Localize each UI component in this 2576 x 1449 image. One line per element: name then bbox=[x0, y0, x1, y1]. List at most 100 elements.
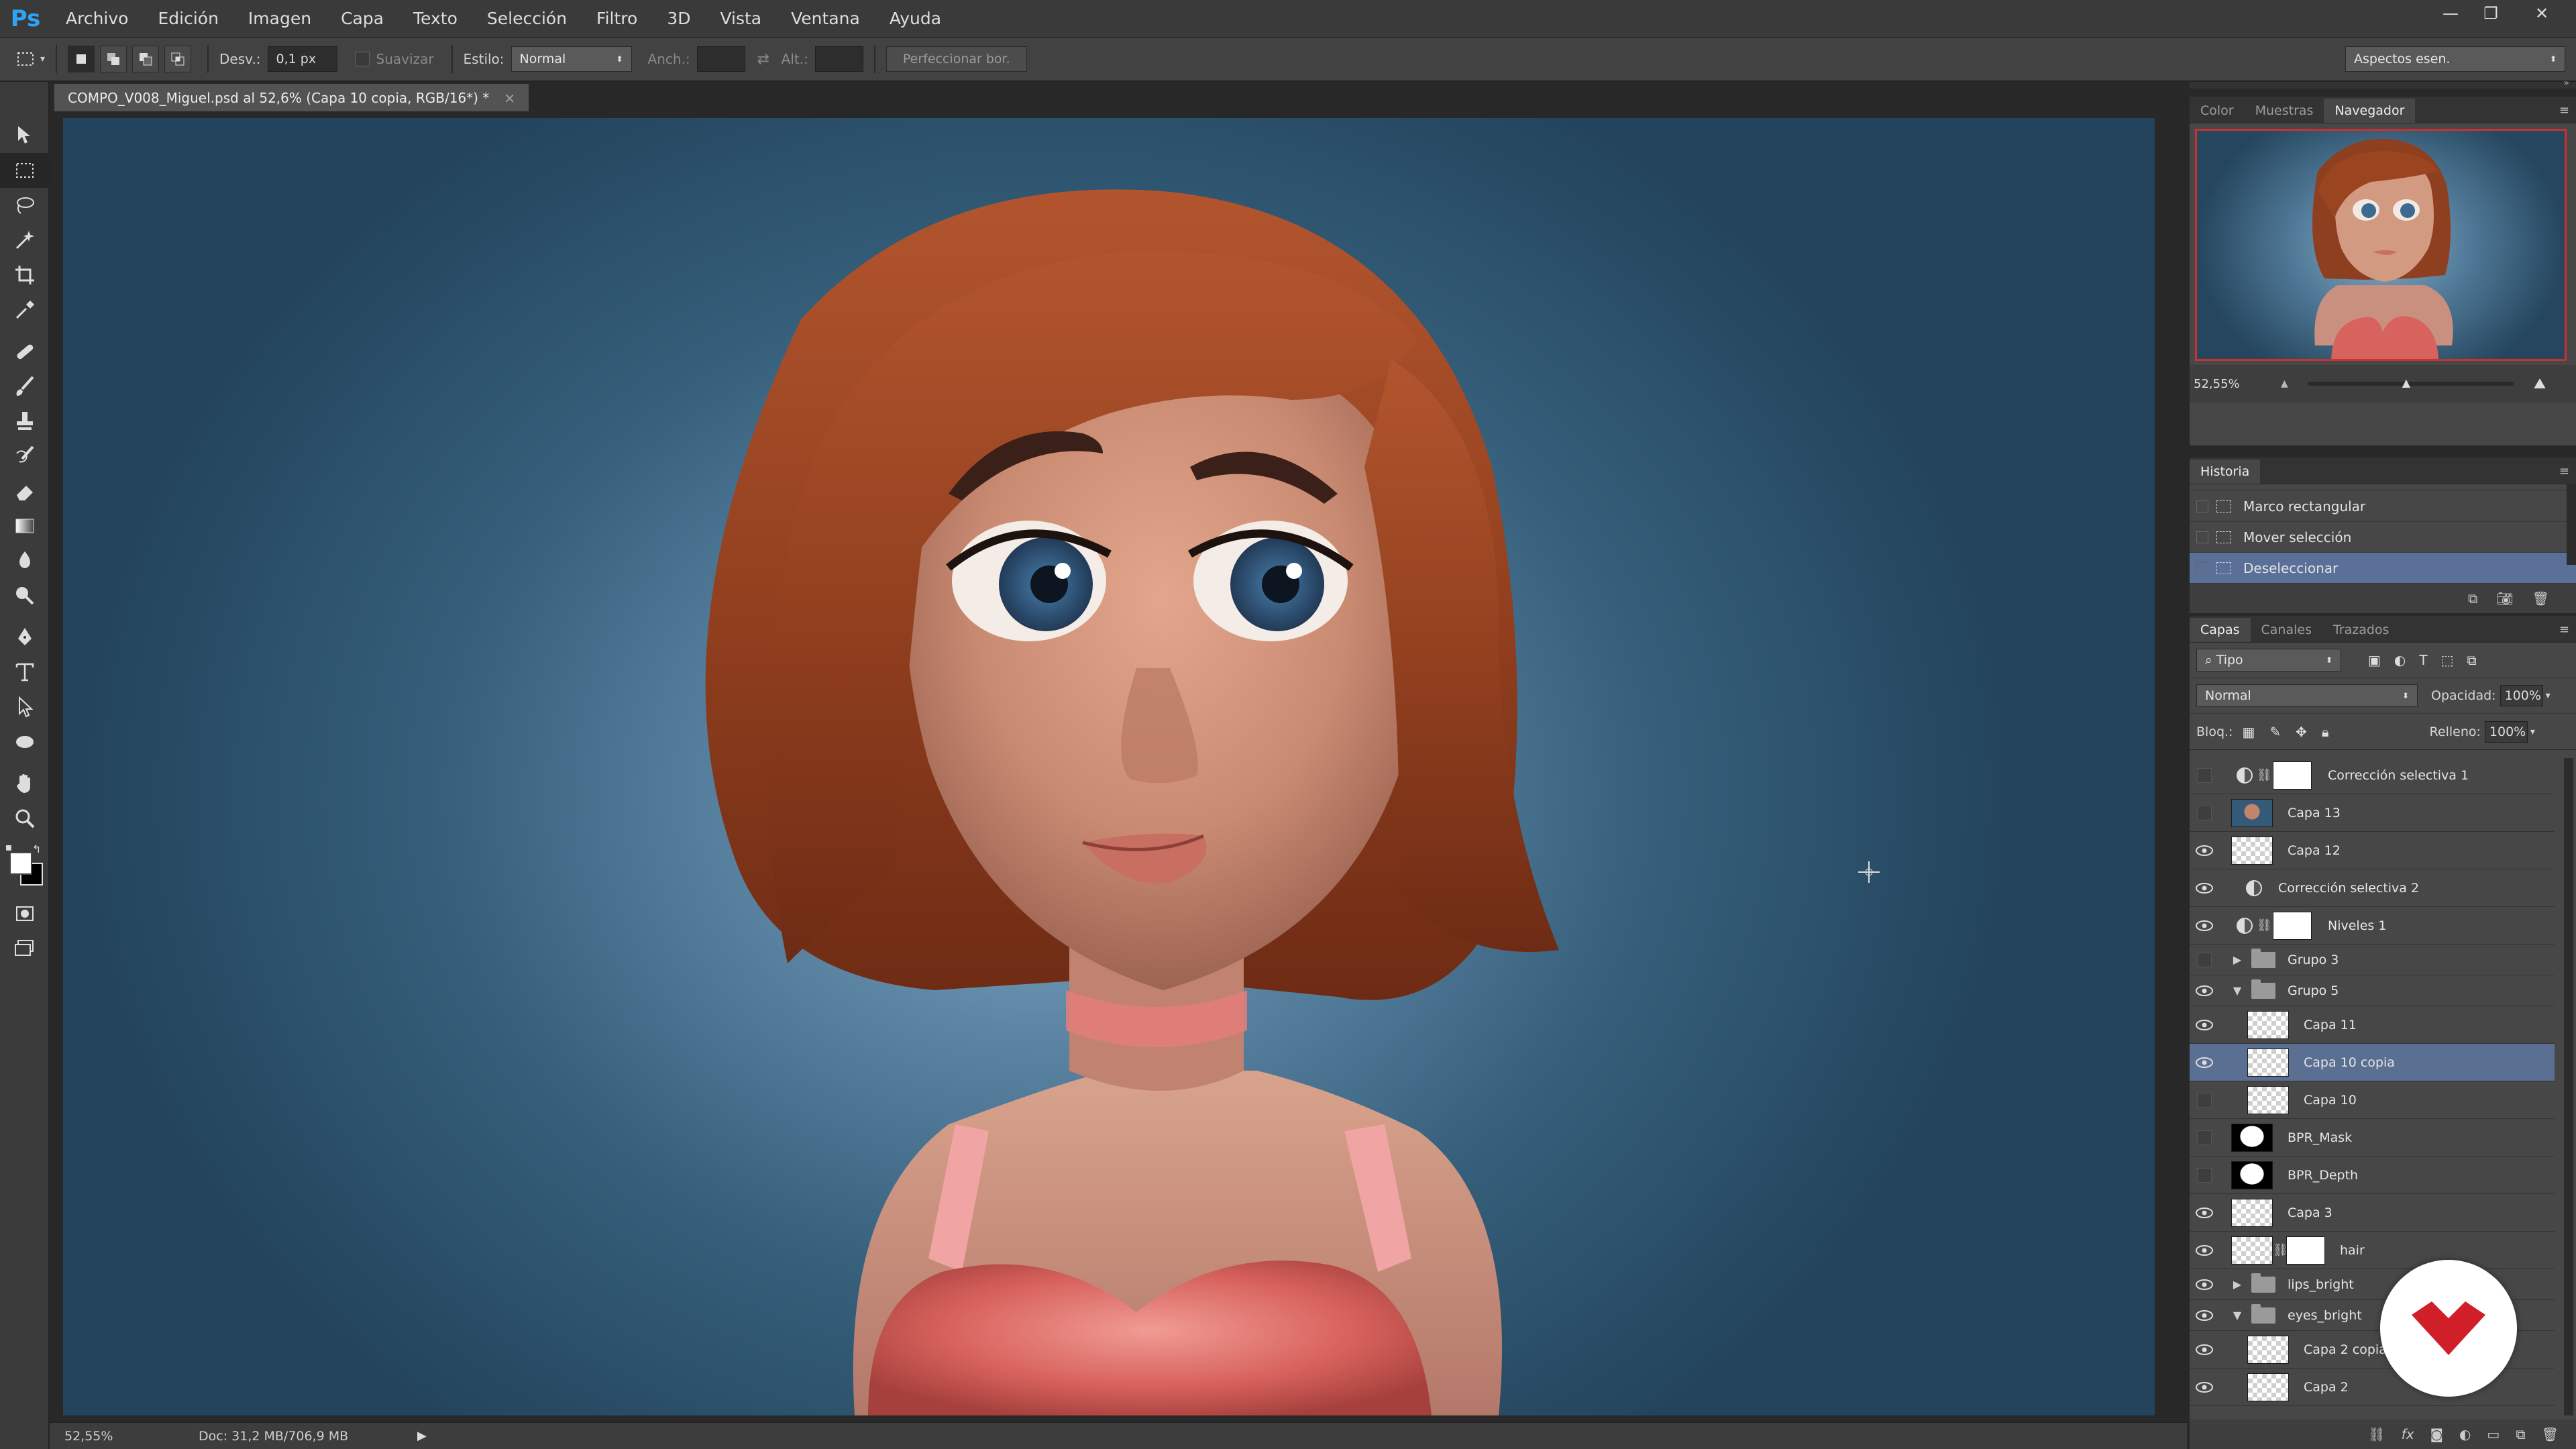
tab-historia[interactable]: Historia bbox=[2190, 460, 2261, 484]
lock-all-icon[interactable]: 🔒︎ bbox=[2322, 724, 2329, 740]
layer-filter-select[interactable]: ⌕ Tipo ⬍ bbox=[2196, 648, 2341, 672]
visibility-eye-icon[interactable] bbox=[2190, 832, 2219, 869]
menu-ayuda[interactable]: Ayuda bbox=[875, 0, 956, 38]
menu-vista[interactable]: Vista bbox=[705, 0, 776, 38]
brush-tool-icon[interactable] bbox=[0, 369, 50, 404]
history-item[interactable]: Marco rectangular bbox=[2190, 491, 2576, 522]
navigator-zoom-slider[interactable]: ▲ bbox=[2308, 376, 2514, 389]
quick-mask-icon[interactable] bbox=[0, 896, 50, 931]
snapshot-icon[interactable]: 📷︎ bbox=[2496, 590, 2513, 606]
tab-navegador[interactable]: Navegador bbox=[2324, 99, 2416, 123]
filter-type-icon[interactable]: T bbox=[2419, 652, 2427, 668]
filter-adjustment-icon[interactable]: ◐ bbox=[2394, 652, 2406, 668]
layer-group-row[interactable]: ▶ Grupo 3 bbox=[2190, 945, 2555, 975]
layer-thumbnail[interactable] bbox=[2247, 1335, 2289, 1364]
move-tool-icon[interactable] bbox=[0, 118, 50, 153]
layer-thumbnail[interactable] bbox=[2231, 1161, 2273, 1189]
refine-edge-button[interactable]: Perfeccionar bor. bbox=[885, 46, 1027, 72]
slider-thumb-icon[interactable]: ▲ bbox=[2402, 376, 2410, 389]
swap-colors-icon[interactable]: ↰ bbox=[32, 843, 41, 855]
eraser-tool-icon[interactable] bbox=[0, 474, 50, 508]
zoom-in-icon[interactable]: ⛰ bbox=[2534, 376, 2546, 392]
width-input[interactable] bbox=[696, 46, 745, 72]
layer-row[interactable]: Capa 10 bbox=[2190, 1081, 2555, 1119]
antialias-checkbox[interactable] bbox=[354, 52, 370, 66]
layer-mask-thumbnail[interactable] bbox=[2286, 1236, 2325, 1265]
layer-thumbnail[interactable] bbox=[2247, 1048, 2289, 1077]
layer-row[interactable]: ⛓ Niveles 1 bbox=[2190, 907, 2555, 945]
history-item[interactable]: Mover selección bbox=[2190, 522, 2576, 553]
fill-input[interactable]: 100% bbox=[2484, 720, 2528, 743]
minimize-icon[interactable]: — bbox=[2431, 0, 2470, 27]
feather-input[interactable]: 0,1 px bbox=[267, 46, 337, 72]
visibility-eye-icon[interactable] bbox=[2190, 972, 2219, 1010]
collapsed-triangle-icon[interactable]: ▶ bbox=[2231, 953, 2243, 966]
visibility-eye-icon[interactable] bbox=[2190, 1006, 2219, 1044]
opacity-input[interactable]: 100% bbox=[2500, 684, 2543, 706]
subtract-selection-button[interactable] bbox=[132, 46, 160, 72]
visibility-eye-icon[interactable] bbox=[2190, 1119, 2219, 1157]
close-icon[interactable]: ✕ bbox=[2522, 0, 2561, 27]
layer-group-row[interactable]: ▼ Grupo 5 bbox=[2190, 975, 2555, 1006]
layer-thumbnail[interactable] bbox=[2231, 1236, 2273, 1265]
panel-menu-icon[interactable]: ≡ bbox=[2559, 623, 2569, 637]
filter-smart-object-icon[interactable]: ⧉ bbox=[2467, 652, 2476, 668]
layer-thumbnail[interactable] bbox=[2231, 1198, 2273, 1227]
tab-muestras[interactable]: Muestras bbox=[2245, 99, 2324, 123]
layer-thumbnail[interactable] bbox=[2231, 836, 2273, 865]
color-swatches[interactable]: ◼ ↰ bbox=[0, 843, 48, 896]
visibility-eye-icon[interactable] bbox=[2190, 757, 2219, 794]
ellipse-tool-icon[interactable] bbox=[0, 724, 50, 759]
new-document-from-state-icon[interactable]: ⧉ bbox=[2468, 590, 2477, 606]
menu-texto[interactable]: Texto bbox=[398, 0, 472, 38]
delete-layer-icon[interactable]: 🗑︎ bbox=[2542, 1426, 2559, 1442]
rect-marquee-tool-icon[interactable] bbox=[12, 46, 39, 72]
canvas[interactable] bbox=[63, 118, 2155, 1415]
screen-mode-icon[interactable] bbox=[0, 931, 50, 966]
menu-seleccion[interactable]: Selección bbox=[472, 0, 582, 38]
fill-dropdown-icon[interactable]: ▾ bbox=[2530, 727, 2535, 737]
close-tab-icon[interactable]: × bbox=[504, 90, 515, 106]
zoom-out-icon[interactable]: ▲ bbox=[2281, 378, 2288, 389]
add-selection-button[interactable] bbox=[100, 46, 127, 72]
lock-position-icon[interactable]: ✥ bbox=[2296, 724, 2307, 740]
tab-trazados[interactable]: Trazados bbox=[2322, 618, 2400, 642]
menu-edicion[interactable]: Edición bbox=[143, 0, 233, 38]
delete-state-icon[interactable]: 🗑︎ bbox=[2532, 590, 2549, 606]
tab-capas[interactable]: Capas bbox=[2190, 618, 2251, 642]
expanded-triangle-icon[interactable]: ▼ bbox=[2231, 1309, 2243, 1322]
dodge-tool-icon[interactable] bbox=[0, 578, 50, 613]
mask-link-icon[interactable]: ⛓ bbox=[2257, 918, 2272, 932]
tab-color[interactable]: Color bbox=[2190, 99, 2245, 123]
layer-row[interactable]: Corrección selectiva 2 bbox=[2190, 869, 2555, 907]
status-menu-arrow-icon[interactable]: ▶ bbox=[417, 1429, 427, 1443]
layer-thumbnail[interactable] bbox=[2231, 798, 2273, 827]
layer-style-icon[interactable]: fx bbox=[2402, 1426, 2414, 1442]
history-brush-source-checkbox[interactable] bbox=[2196, 561, 2208, 574]
blur-tool-icon[interactable] bbox=[0, 543, 50, 578]
menu-capa[interactable]: Capa bbox=[326, 0, 398, 38]
new-layer-icon[interactable]: ⧉ bbox=[2516, 1426, 2525, 1442]
new-group-icon[interactable]: ▭ bbox=[2487, 1426, 2500, 1442]
status-zoom[interactable]: 52,55% bbox=[64, 1429, 199, 1444]
visibility-eye-icon[interactable] bbox=[2190, 1368, 2219, 1406]
filter-pixel-icon[interactable]: ▣ bbox=[2368, 652, 2381, 668]
style-select[interactable]: Normal ⬍ bbox=[511, 46, 632, 72]
rect-marquee-tool-icon[interactable] bbox=[0, 153, 50, 188]
type-tool-icon[interactable] bbox=[0, 655, 50, 690]
visibility-eye-icon[interactable] bbox=[2190, 869, 2219, 907]
history-brush-tool-icon[interactable] bbox=[0, 439, 50, 474]
collapsed-triangle-icon[interactable]: ▶ bbox=[2231, 1278, 2243, 1291]
layer-thumbnail[interactable] bbox=[2247, 1085, 2289, 1114]
add-mask-icon[interactable]: ◙ bbox=[2430, 1426, 2443, 1442]
menu-archivo[interactable]: Archivo bbox=[51, 0, 143, 38]
menu-imagen[interactable]: Imagen bbox=[233, 0, 326, 38]
crop-tool-icon[interactable] bbox=[0, 258, 50, 292]
magic-wand-tool-icon[interactable] bbox=[0, 223, 50, 258]
document-tab[interactable]: COMPO_V008_Miguel.psd al 52,6% (Capa 10 … bbox=[54, 83, 530, 111]
layer-thumbnail[interactable] bbox=[2247, 1373, 2289, 1401]
layer-row[interactable]: Capa 12 bbox=[2190, 832, 2555, 869]
panel-menu-icon[interactable]: ≡ bbox=[2559, 464, 2569, 478]
layer-row[interactable]: Capa 10 copia bbox=[2190, 1044, 2555, 1081]
height-input[interactable] bbox=[814, 46, 863, 72]
